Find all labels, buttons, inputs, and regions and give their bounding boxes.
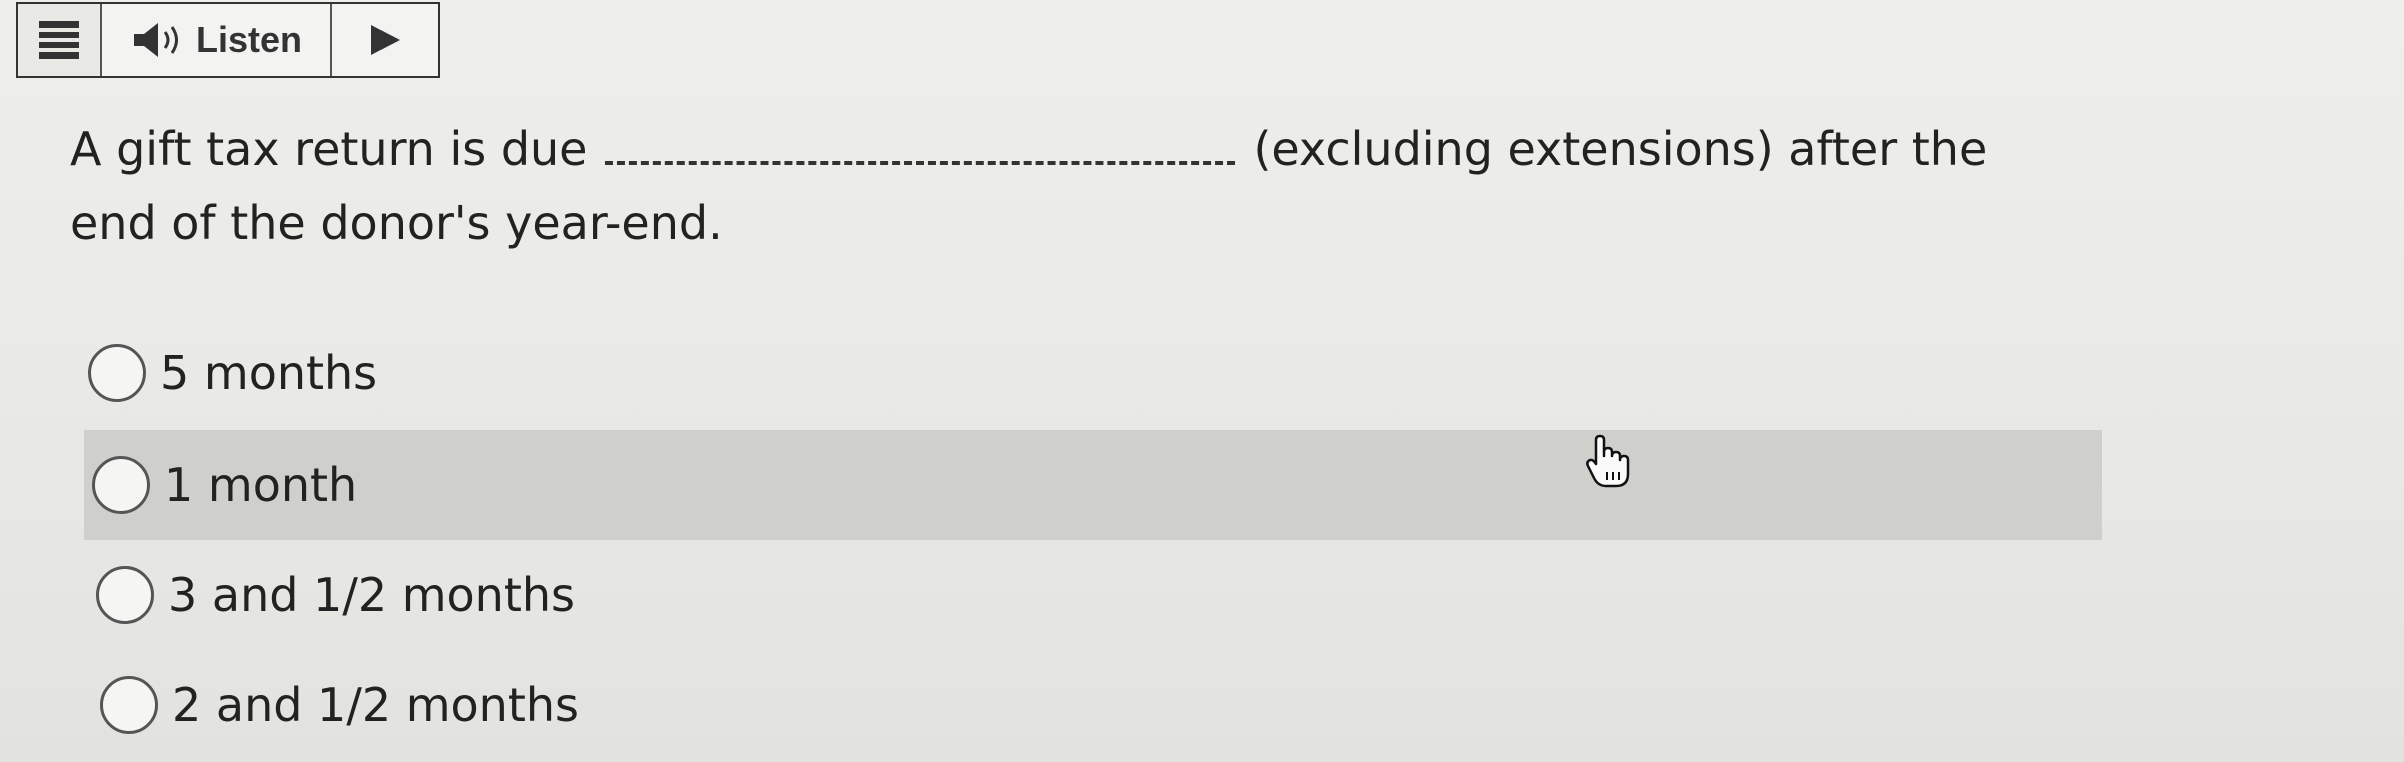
listen-button[interactable]: Listen — [102, 4, 332, 76]
hand-pointer-icon — [1586, 434, 1630, 488]
play-icon — [371, 25, 400, 55]
listen-label: Listen — [195, 19, 302, 60]
radio-button[interactable] — [100, 676, 158, 734]
hamburger-menu-icon — [39, 21, 79, 59]
answer-option[interactable]: 1 month — [84, 430, 2102, 540]
radio-button[interactable] — [88, 344, 146, 402]
answer-option-label: 5 months — [160, 346, 378, 400]
answer-option[interactable]: 3 and 1/2 months — [84, 540, 2102, 650]
speaker-icon — [133, 23, 178, 57]
answer-option-label: 2 and 1/2 months — [172, 678, 579, 732]
menu-button[interactable] — [18, 4, 102, 76]
radio-button[interactable] — [96, 566, 154, 624]
play-button[interactable] — [332, 4, 438, 76]
listen-toolbar: Listen — [16, 2, 440, 78]
answer-blank — [605, 121, 1236, 165]
radio-button[interactable] — [92, 456, 150, 514]
question-text: A gift tax return is due (excluding exten… — [70, 112, 2070, 260]
answer-option[interactable]: 2 and 1/2 months — [84, 650, 2102, 760]
answer-option-label: 3 and 1/2 months — [168, 568, 575, 622]
question-text-before-blank: A gift tax return is due — [70, 122, 588, 176]
answer-option-label: 1 month — [164, 458, 358, 512]
answer-option[interactable]: 5 months — [84, 318, 2102, 428]
